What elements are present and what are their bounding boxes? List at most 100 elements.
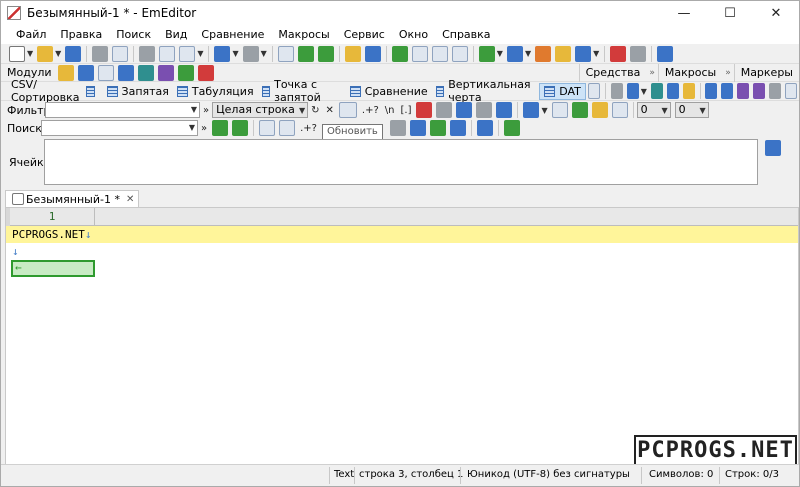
- match-case-icon[interactable]: [416, 102, 433, 118]
- layout-icon[interactable]: [431, 45, 448, 62]
- negative-icon[interactable]: [456, 102, 473, 118]
- context-before-select[interactable]: 0 ▼: [636, 102, 671, 118]
- close-tab-icon[interactable]: ✕: [126, 194, 134, 205]
- plugin-outline-icon[interactable]: [97, 64, 114, 81]
- chevron-down-icon[interactable]: ▼: [232, 49, 238, 58]
- csv-mode-tab[interactable]: Табуляция: [173, 83, 258, 100]
- menu-help[interactable]: Справка: [435, 28, 497, 41]
- new-file-icon[interactable]: [9, 45, 25, 62]
- chevron-down-icon[interactable]: ▼: [55, 49, 61, 58]
- filter-icon[interactable]: [571, 102, 588, 118]
- csv-mode-compare[interactable]: Сравнение: [346, 83, 432, 100]
- editor-line[interactable]: ←: [6, 260, 798, 277]
- encoding-icon[interactable]: [478, 45, 495, 62]
- filter-options-icon[interactable]: [523, 102, 540, 118]
- brackets-button[interactable]: [.]: [401, 105, 412, 116]
- csv-icon[interactable]: [650, 83, 663, 99]
- filter-mode-select[interactable]: Целая строка ▼: [212, 102, 309, 118]
- plugin-spell-check-icon[interactable]: [177, 64, 194, 81]
- sort-icon[interactable]: [768, 83, 781, 99]
- plugin-word-count-icon[interactable]: [157, 64, 174, 81]
- search-options-icon[interactable]: [450, 120, 466, 136]
- sort-length-icon[interactable]: [752, 83, 765, 99]
- configuration-icon[interactable]: [506, 45, 523, 62]
- expand-icon[interactable]: »: [201, 123, 207, 134]
- print-preview-icon[interactable]: [112, 45, 129, 62]
- chevron-down-icon[interactable]: ▼: [541, 106, 547, 115]
- active-cell[interactable]: ←: [11, 260, 95, 277]
- menu-edit[interactable]: Правка: [53, 28, 109, 41]
- regex-button[interactable]: .+?: [300, 123, 317, 134]
- csv-sort-button[interactable]: CSV/Сортировка: [7, 78, 103, 104]
- go-arrow-icon[interactable]: [504, 120, 520, 136]
- menu-macros[interactable]: Макросы: [271, 28, 336, 41]
- print-icon[interactable]: [92, 45, 109, 62]
- cell-input[interactable]: [44, 139, 758, 185]
- bookmark-icon[interactable]: [611, 102, 628, 118]
- search-input[interactable]: ▼: [41, 120, 198, 136]
- menu-tools[interactable]: Сервис: [337, 28, 392, 41]
- editor-line[interactable]: PCPROGS.NET↓: [6, 226, 798, 243]
- chevron-down-icon[interactable]: ▼: [189, 123, 195, 132]
- column-icon[interactable]: [626, 83, 639, 99]
- csv-mode-comma[interactable]: Запятая: [103, 83, 173, 100]
- maximize-button[interactable]: ☐: [707, 1, 753, 25]
- sort-numeric-icon[interactable]: [737, 83, 749, 99]
- toolbar-overflow-icon[interactable]: »: [722, 64, 734, 82]
- add-column-icon[interactable]: [587, 83, 601, 99]
- window-icon[interactable]: [451, 45, 468, 62]
- find-previous-icon[interactable]: [317, 45, 334, 62]
- sort-ascending-icon[interactable]: [705, 83, 718, 99]
- column-header[interactable]: 1: [10, 208, 95, 226]
- customize-icon[interactable]: [535, 45, 552, 62]
- advanced-filter-icon[interactable]: [551, 102, 568, 118]
- lock-icon[interactable]: [591, 102, 608, 118]
- plugin-projects-icon[interactable]: [117, 64, 134, 81]
- close-button[interactable]: ✕: [753, 1, 799, 25]
- run-macro-icon[interactable]: [630, 45, 647, 62]
- plugin-html-bar-icon[interactable]: [197, 64, 214, 81]
- context-after-select[interactable]: 0 ▼: [674, 102, 709, 118]
- split-window-icon[interactable]: [411, 45, 428, 62]
- csv-icon[interactable]: [666, 83, 679, 99]
- tab-markers[interactable]: Маркеры: [733, 64, 799, 82]
- tab-document[interactable]: Безымянный-1 * ✕: [5, 190, 140, 207]
- macro-window-icon[interactable]: [575, 45, 592, 62]
- whole-word-icon[interactable]: [390, 120, 406, 136]
- highlight-icon[interactable]: [344, 45, 361, 62]
- menu-file[interactable]: Файл: [9, 28, 53, 41]
- find-previous-icon[interactable]: [232, 120, 249, 136]
- record-macro-icon[interactable]: [610, 45, 627, 62]
- highlight-icon[interactable]: [430, 120, 446, 136]
- copy-icon[interactable]: [159, 45, 176, 62]
- chevron-down-icon[interactable]: ▼: [497, 49, 503, 58]
- status-mode[interactable]: Text: [334, 469, 354, 480]
- chevron-down-icon[interactable]: ▼: [27, 49, 33, 58]
- menu-view[interactable]: Вид: [158, 28, 194, 41]
- sort-descending-icon[interactable]: [721, 83, 734, 99]
- find-icon[interactable]: [259, 120, 276, 136]
- editor-line[interactable]: ↓: [6, 243, 798, 260]
- escape-icon[interactable]: [476, 102, 493, 118]
- filter-input[interactable]: ▼: [45, 102, 200, 118]
- tab-macros[interactable]: Макросы: [657, 64, 722, 82]
- plugins-icon[interactable]: [555, 45, 572, 62]
- search-window-icon[interactable]: [477, 120, 493, 136]
- settings-icon[interactable]: [657, 45, 674, 62]
- newline-button[interactable]: \n: [385, 105, 395, 116]
- regex-button[interactable]: .+?: [362, 105, 379, 116]
- menu-window[interactable]: Окно: [392, 28, 435, 41]
- csv-mode-semicolon[interactable]: Точка с запятой: [258, 78, 346, 104]
- toolbar-overflow-icon[interactable]: »: [646, 64, 658, 82]
- whole-word-icon[interactable]: [436, 102, 453, 118]
- plugin-web-preview-icon[interactable]: [137, 64, 154, 81]
- cell-menu-icon[interactable]: [765, 140, 781, 156]
- undo-icon[interactable]: [214, 45, 231, 62]
- status-position[interactable]: строка 3, столбец 1: [359, 469, 463, 480]
- find-next-icon[interactable]: [297, 45, 314, 62]
- tools-icon[interactable]: [611, 83, 623, 99]
- chevron-down-icon[interactable]: ▼: [593, 49, 599, 58]
- csv-icon[interactable]: [682, 83, 695, 99]
- clear-icon[interactable]: ✕: [326, 105, 334, 116]
- find-next-icon[interactable]: [212, 120, 229, 136]
